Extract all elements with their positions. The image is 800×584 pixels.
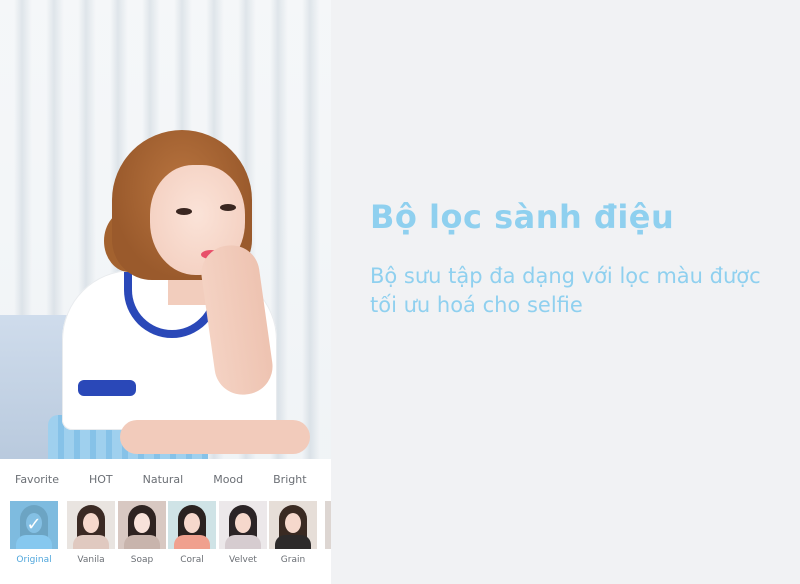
- filter-strip: ✓ Original Vanila Soap Coral Velvet Grai…: [0, 499, 331, 584]
- filter-soap[interactable]: Soap: [118, 501, 166, 565]
- filter-label: Grain: [280, 555, 306, 565]
- filter-thumbnail: [168, 501, 216, 549]
- resting-forearm: [120, 420, 310, 454]
- filter-coral[interactable]: Coral: [168, 501, 216, 565]
- filter-label: Velvet: [229, 555, 257, 565]
- filter-label: Coral: [180, 555, 204, 565]
- filter-grain[interactable]: Grain: [269, 501, 317, 565]
- tab-natural[interactable]: Natural: [128, 473, 199, 486]
- promo-subtitle: Bộ sưu tập đa dạng với lọc màu được tối …: [370, 264, 761, 317]
- selfie-photo: [0, 0, 331, 459]
- eye: [220, 204, 236, 211]
- filter-category-tabs: Favorite HOT Natural Mood Bright: [0, 459, 331, 499]
- filter-label: Original: [16, 555, 52, 565]
- filter-label: Vanila: [77, 555, 105, 565]
- phone-screen: Favorite HOT Natural Mood Bright ✓ Origi…: [0, 0, 331, 584]
- filter-velvet[interactable]: Velvet: [219, 501, 267, 565]
- filter-label: Soap: [130, 555, 154, 565]
- selected-overlay: ✓: [10, 501, 58, 549]
- tab-bright[interactable]: Bright: [258, 473, 321, 486]
- filter-thumbnail: [219, 501, 267, 549]
- filter-thumbnail: ✓: [10, 501, 58, 549]
- filter-thumbnail: [67, 501, 115, 549]
- tab-favorite[interactable]: Favorite: [0, 473, 74, 486]
- checkmark-icon: ✓: [26, 514, 42, 535]
- filter-next-partial[interactable]: [325, 501, 331, 549]
- filter-vanila[interactable]: Vanila: [67, 501, 115, 565]
- sleeve-trim: [78, 380, 136, 396]
- filter-original[interactable]: ✓ Original: [10, 501, 58, 565]
- promo-title: Bộ lọc sành điệu: [370, 198, 675, 236]
- eye: [176, 208, 192, 215]
- filter-thumbnail: [325, 501, 331, 549]
- filter-thumbnail: [269, 501, 317, 549]
- filter-thumbnail: [118, 501, 166, 549]
- tab-mood[interactable]: Mood: [198, 473, 258, 486]
- tab-hot[interactable]: HOT: [74, 473, 128, 486]
